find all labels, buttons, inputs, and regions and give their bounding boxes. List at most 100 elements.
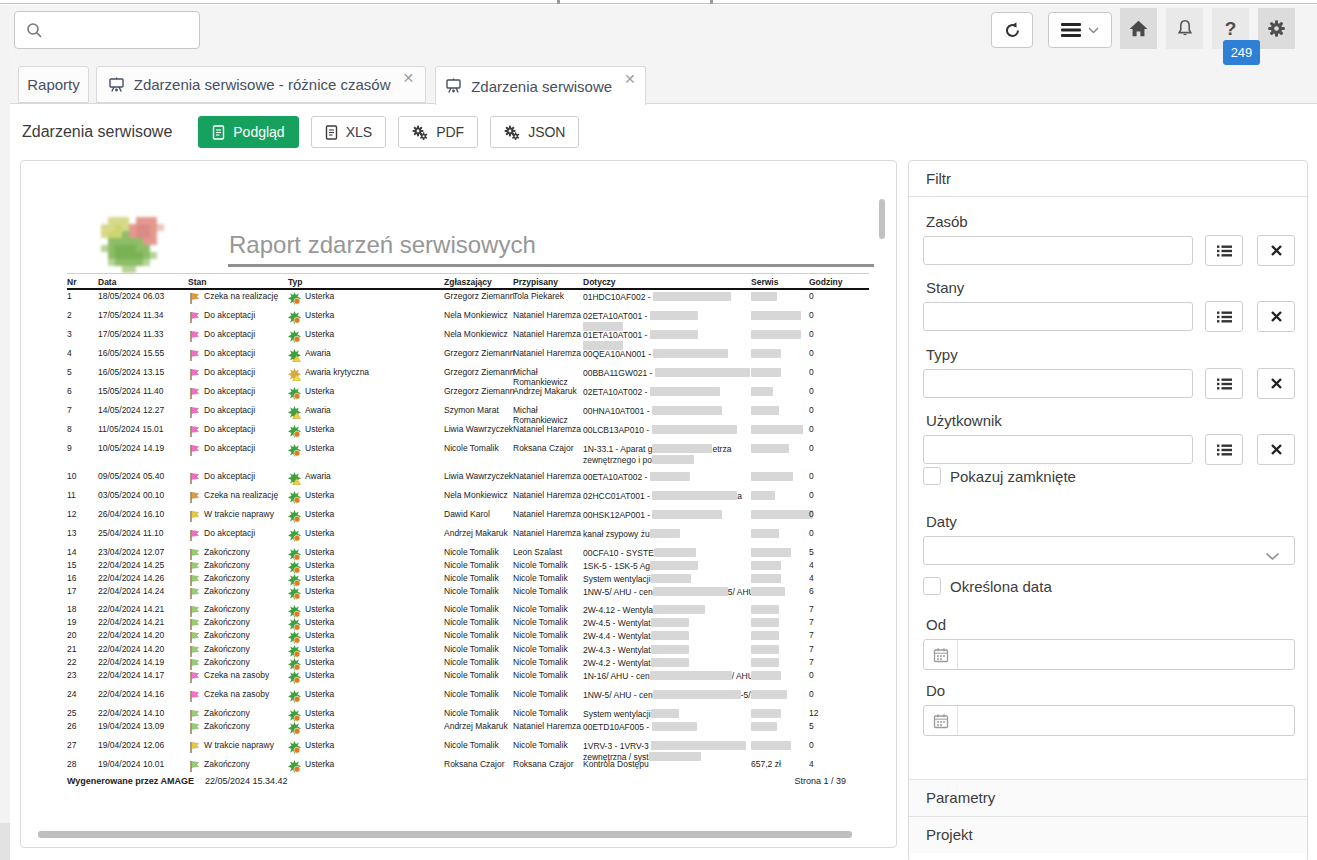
redacted-blur bbox=[751, 645, 779, 654]
report-table-row: 1009/05/2024 05.40Do akceptacjiAwariaLiw… bbox=[67, 470, 869, 489]
redacted-blur bbox=[651, 618, 689, 627]
redacted-blur bbox=[651, 741, 746, 750]
filter-sidebar: Filtr ZasóbStanyTypyUżytkownikPokazuj za… bbox=[908, 160, 1308, 860]
redacted-blur bbox=[652, 444, 712, 453]
filter-label-od: Od bbox=[926, 616, 946, 633]
state-flag-icon bbox=[188, 406, 200, 419]
report-table-row: 416/05/2024 15.55Do akceptacjiAwariaGrze… bbox=[67, 347, 869, 366]
podgląd-button[interactable]: Podgląd bbox=[198, 116, 298, 148]
report-table-row: 2619/04/2024 13.09ZakończonyUsterkaAndrz… bbox=[67, 720, 869, 739]
clear-icon bbox=[1270, 310, 1283, 323]
type-usterka-icon bbox=[288, 587, 301, 600]
filter-input-zasób[interactable] bbox=[923, 236, 1193, 265]
redacted-blur bbox=[751, 292, 777, 301]
filter-clear-button[interactable] bbox=[1257, 235, 1295, 266]
refresh-button[interactable] bbox=[991, 12, 1033, 48]
state-flag-icon bbox=[188, 311, 200, 324]
bell-icon bbox=[1176, 19, 1194, 38]
report-table-row: 1822/04/2024 14.21ZakończonyUsterkaNicol… bbox=[67, 603, 869, 616]
redacted-blur bbox=[751, 741, 791, 750]
filter-input-stany[interactable] bbox=[923, 302, 1193, 331]
tab-close-icon[interactable]: ✕ bbox=[403, 70, 415, 86]
tab-zdarzenia-serwisowe-r-nice-czas-w[interactable]: Zdarzenia serwisowe - różnice czasów✕ bbox=[96, 66, 426, 103]
redacted-blur bbox=[651, 631, 689, 640]
section-projekt[interactable]: Projekt bbox=[909, 816, 1307, 853]
filter-list-button[interactable] bbox=[1205, 235, 1243, 266]
tab-close-icon[interactable]: ✕ bbox=[624, 71, 636, 87]
redacted-blur bbox=[650, 561, 698, 570]
report-table-row: 1722/04/2024 14.24ZakończonyUsterkaNicol… bbox=[67, 585, 869, 603]
clear-icon bbox=[1270, 244, 1283, 257]
json-button[interactable]: JSON bbox=[490, 116, 579, 148]
redacted-blur bbox=[652, 510, 722, 519]
gears-icon bbox=[504, 125, 520, 140]
report-table-row: 615/05/2024 11.40Do akceptacjiUsterkaGrz… bbox=[67, 385, 869, 404]
state-flag-icon bbox=[188, 722, 200, 735]
list-icon bbox=[1216, 244, 1233, 258]
column-header: Dotyczy bbox=[583, 278, 616, 288]
home-button[interactable] bbox=[1120, 8, 1157, 49]
filter-input-użytkownik[interactable] bbox=[923, 435, 1193, 464]
dates-select[interactable] bbox=[923, 536, 1295, 565]
redacted-blur bbox=[652, 722, 697, 731]
redacted-blur bbox=[655, 368, 750, 377]
redacted-blur bbox=[652, 455, 694, 464]
report-table: NrDataStanTypZgłaszającyPrzypisanyDotycz… bbox=[67, 273, 869, 771]
left-edge-strip bbox=[0, 5, 10, 860]
report-table-row: 1423/04/2024 12.07ZakończonyUsterkaNicol… bbox=[67, 546, 869, 559]
type-usterka-icon bbox=[288, 311, 301, 324]
vertical-scrollbar[interactable] bbox=[879, 199, 885, 239]
filter-input-typy[interactable] bbox=[923, 369, 1193, 398]
redacted-blur bbox=[751, 330, 801, 339]
clear-icon bbox=[1270, 443, 1283, 456]
redacted-blur bbox=[751, 631, 779, 640]
settings-button[interactable] bbox=[1258, 8, 1295, 49]
filter-clear-button[interactable] bbox=[1257, 301, 1295, 332]
filter-clear-button[interactable] bbox=[1257, 434, 1295, 465]
search-input[interactable] bbox=[14, 11, 200, 49]
section-parametry[interactable]: Parametry bbox=[909, 779, 1307, 816]
date-to-input[interactable] bbox=[923, 705, 1295, 736]
filter-label-typy: Typy bbox=[926, 346, 958, 363]
redacted-blur bbox=[651, 645, 689, 654]
filter-list-button[interactable] bbox=[1205, 301, 1243, 332]
filter-label-zasób: Zasób bbox=[926, 213, 968, 230]
state-flag-icon bbox=[188, 587, 200, 600]
type-awaria-icon bbox=[288, 349, 301, 362]
xls-button[interactable]: XLS bbox=[311, 116, 386, 148]
report-table-row: 2719/04/2024 12.06W trakcie naprawyUster… bbox=[67, 739, 869, 758]
list-icon bbox=[1216, 443, 1233, 457]
filter-label-użytkownik: Użytkownik bbox=[926, 412, 1002, 429]
type-usterka-icon bbox=[288, 491, 301, 504]
state-flag-icon bbox=[188, 387, 200, 400]
redacted-blur bbox=[751, 658, 779, 667]
redacted-blur bbox=[653, 349, 728, 358]
redacted-blur bbox=[751, 671, 781, 680]
tab-raporty[interactable]: Raporty bbox=[18, 66, 89, 103]
redacted-blur bbox=[651, 709, 679, 718]
redacted-blur bbox=[751, 510, 813, 519]
filter-clear-button[interactable] bbox=[1257, 368, 1295, 399]
date-from-input[interactable] bbox=[923, 639, 1295, 670]
home-icon bbox=[1129, 20, 1148, 37]
type-awaria-icon bbox=[288, 406, 301, 419]
report-table-row: 2222/04/2024 14.19ZakończonyUsterkaNicol… bbox=[67, 656, 869, 669]
notifications-button[interactable] bbox=[1166, 8, 1203, 49]
filter-list-button[interactable] bbox=[1205, 434, 1243, 465]
redacted-blur bbox=[653, 587, 728, 596]
checkbox-okreslona-data[interactable] bbox=[923, 577, 941, 595]
redacted-blur bbox=[651, 658, 689, 667]
horizontal-scrollbar[interactable] bbox=[38, 831, 852, 838]
main-menu-button[interactable] bbox=[1048, 12, 1112, 48]
report-table-row: 910/05/2024 14.19Do akceptacjiUsterkaNic… bbox=[67, 442, 869, 470]
redacted-blur bbox=[650, 330, 698, 339]
tab-zdarzenia-serwisowe[interactable]: Zdarzenia serwisowe✕ bbox=[435, 66, 646, 105]
redacted-blur bbox=[653, 292, 731, 301]
redacted-blur bbox=[751, 561, 781, 570]
report-table-row: 217/05/2024 11.34Do akceptacjiUsterkaNel… bbox=[67, 309, 869, 328]
pdf-button[interactable]: PDF bbox=[398, 116, 478, 148]
filter-list-button[interactable] bbox=[1205, 368, 1243, 399]
checkbox-pokazuj-zamkniete[interactable] bbox=[923, 467, 941, 485]
redacted-blur bbox=[751, 574, 781, 583]
redacted-blur bbox=[651, 574, 691, 583]
